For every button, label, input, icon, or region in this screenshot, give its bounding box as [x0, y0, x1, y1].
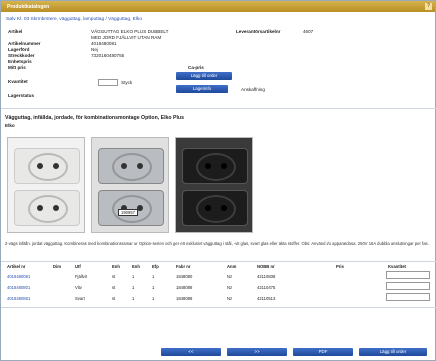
- window-title: Produktkatalogen: [7, 4, 50, 10]
- row-3-quantity-input[interactable]: [386, 293, 430, 301]
- row-1-efp: 1: [152, 274, 155, 279]
- footer-add-to-order-button[interactable]: Lägg till order: [359, 348, 427, 356]
- row-2-quantity-input[interactable]: [386, 282, 430, 290]
- enhetspris-label: Enhetspris: [8, 59, 32, 64]
- anskaffning-value: Anskaffning: [241, 87, 265, 92]
- row-1-enh1: st: [112, 274, 116, 279]
- col-enh1: Enh: [112, 264, 120, 269]
- lagerstatus-label: Lagerstatus: [8, 93, 35, 98]
- row-1-utf: Fjällvit: [75, 274, 87, 279]
- unit-label: Styck: [121, 80, 133, 85]
- product-description: 2-vägs infälln. jordat vägguttag. Kombin…: [5, 241, 429, 246]
- socket-top: [14, 148, 80, 184]
- lev-value: 4607: [303, 29, 314, 34]
- row-1-anm: Nz: [227, 274, 233, 279]
- lagerford-value: Nej: [91, 47, 98, 52]
- row-1-quantity-input[interactable]: [386, 271, 430, 279]
- product-panel: Produktkatalogen ? Sølv Kl. 03 Skrmbrste…: [0, 0, 436, 361]
- lev-label: Leverantörsartikelnr: [236, 29, 281, 34]
- row-2-enh2: 1: [132, 285, 135, 290]
- row-3-artikel[interactable]: 4018480881: [7, 296, 30, 301]
- col-utf: Utf: [75, 264, 81, 269]
- row-3-fabr: 1848088: [176, 296, 193, 301]
- col-fabr: Fabr nr: [176, 264, 191, 269]
- row-2-utf: Vitv: [75, 285, 82, 290]
- artikelnummer-label: Artikelnummer: [8, 41, 41, 46]
- mitt-pris-label: Mitt pris: [8, 65, 26, 70]
- row-2-enh1: st: [112, 285, 116, 290]
- brand-name: Elko: [5, 123, 15, 128]
- table-divider: [1, 261, 436, 262]
- product-heading: Vägguttag, infällda, jordade, för kombin…: [5, 115, 184, 121]
- lagerford-label: Lagerförd: [8, 47, 30, 52]
- row-2-fabr: 1848088: [176, 285, 193, 290]
- artikel-value: VÄGGUTTAG ELKO PLUS DUBBELT: [91, 29, 169, 34]
- lagerinfo-button[interactable]: Lagerinfo: [176, 85, 228, 93]
- row-2-efp: 1: [152, 285, 155, 290]
- row-3-utf: Svart: [75, 296, 85, 301]
- row-1-artikel[interactable]: 4018480081: [7, 274, 30, 279]
- row-2-artikel[interactable]: 4018480801: [7, 285, 30, 290]
- row-2-anm: Nz: [227, 285, 233, 290]
- col-enh2: Enh: [132, 264, 140, 269]
- row-1-enh2: 1: [132, 274, 135, 279]
- row-3-efp: 1: [152, 296, 155, 301]
- col-efp: Efp: [152, 264, 159, 269]
- ca-pris-label: Ca-pris: [188, 65, 204, 70]
- streckkod-label: Streckkoder: [8, 53, 35, 58]
- product-image-silver: [91, 137, 169, 233]
- streckkod-value: 7320160480755: [91, 53, 125, 58]
- socket-bottom: [14, 190, 80, 226]
- prev-button[interactable]: <<: [161, 348, 221, 356]
- row-3-nobb: 42110513: [257, 296, 276, 301]
- artikelnummer-value: 4018480081: [91, 41, 117, 46]
- row-3-enh1: st: [112, 296, 116, 301]
- window-titlebar: Produktkatalogen ?: [1, 1, 435, 12]
- artikel-label: Artikel: [8, 29, 23, 34]
- col-kvantitet: Kvantitet: [388, 264, 406, 269]
- artikel-value-2: MED JORD FJÄLLVIT UTAN RAM: [91, 35, 162, 40]
- kvantitet-label: Kvantitet: [8, 79, 28, 84]
- col-anm: Anm: [227, 264, 237, 269]
- row-1-fabr: 1848080: [176, 274, 193, 279]
- col-dim: Dim: [53, 264, 61, 269]
- product-image-white: [7, 137, 85, 233]
- row-3-anm: Nz: [227, 296, 233, 301]
- row-2-nobb: 42110475: [257, 285, 276, 290]
- row-1-nobb: 42110838: [257, 274, 276, 279]
- product-image-black: [175, 137, 253, 233]
- col-pris: Pris: [336, 264, 344, 269]
- add-to-order-button[interactable]: Lägg till order: [176, 72, 232, 80]
- col-nobb: NOBB nr: [257, 264, 275, 269]
- pdf-button[interactable]: PDF: [293, 348, 353, 356]
- image-code-tag: 190957: [118, 209, 138, 216]
- breadcrumb[interactable]: Sølv Kl. 03 Skrmbrstere, vägguttag, lamp…: [6, 17, 142, 22]
- table-bottom-divider: [1, 307, 436, 308]
- next-button[interactable]: >>: [227, 348, 287, 356]
- col-artikel: Artikel nr: [7, 264, 26, 269]
- quantity-input[interactable]: [98, 79, 118, 86]
- help-icon[interactable]: ?: [425, 3, 432, 10]
- row-3-enh2: 1: [132, 296, 135, 301]
- divider: [1, 108, 436, 109]
